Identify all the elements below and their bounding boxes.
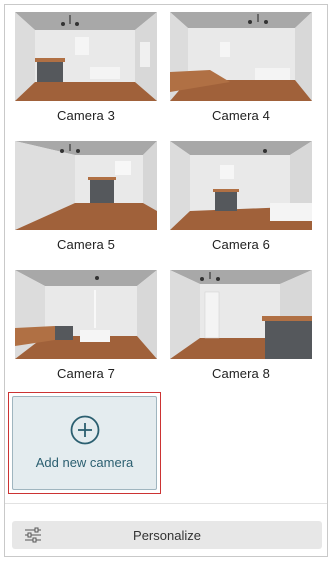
camera-label: Camera 4 [212, 108, 270, 123]
plus-circle-icon [70, 415, 100, 445]
camera-label: Camera 7 [57, 366, 115, 381]
camera-thumbnail[interactable] [170, 270, 312, 359]
camera-card-7[interactable]: Camera 7 [15, 270, 157, 381]
camera-card-5[interactable]: Camera 5 [15, 141, 157, 252]
camera-thumbnail[interactable] [170, 141, 312, 230]
add-camera-selection-outline: Add new camera [8, 392, 161, 494]
divider [5, 503, 327, 504]
personalize-button[interactable]: Personalize [12, 521, 322, 549]
add-new-camera-button[interactable]: Add new camera [12, 396, 157, 490]
camera-card-3[interactable]: Camera 3 [15, 12, 157, 123]
camera-label: Camera 3 [57, 108, 115, 123]
camera-card-8[interactable]: Camera 8 [170, 270, 312, 381]
add-new-camera-label: Add new camera [35, 455, 134, 470]
camera-label: Camera 6 [212, 237, 270, 252]
camera-thumbnail[interactable] [15, 12, 157, 101]
camera-thumbnail[interactable] [170, 12, 312, 101]
camera-label: Camera 5 [57, 237, 115, 252]
personalize-label: Personalize [133, 528, 201, 543]
camera-thumbnail[interactable] [15, 270, 157, 359]
camera-card-4[interactable]: Camera 4 [170, 12, 312, 123]
camera-label: Camera 8 [212, 366, 270, 381]
camera-thumbnail[interactable] [15, 141, 157, 230]
camera-card-6[interactable]: Camera 6 [170, 141, 312, 252]
